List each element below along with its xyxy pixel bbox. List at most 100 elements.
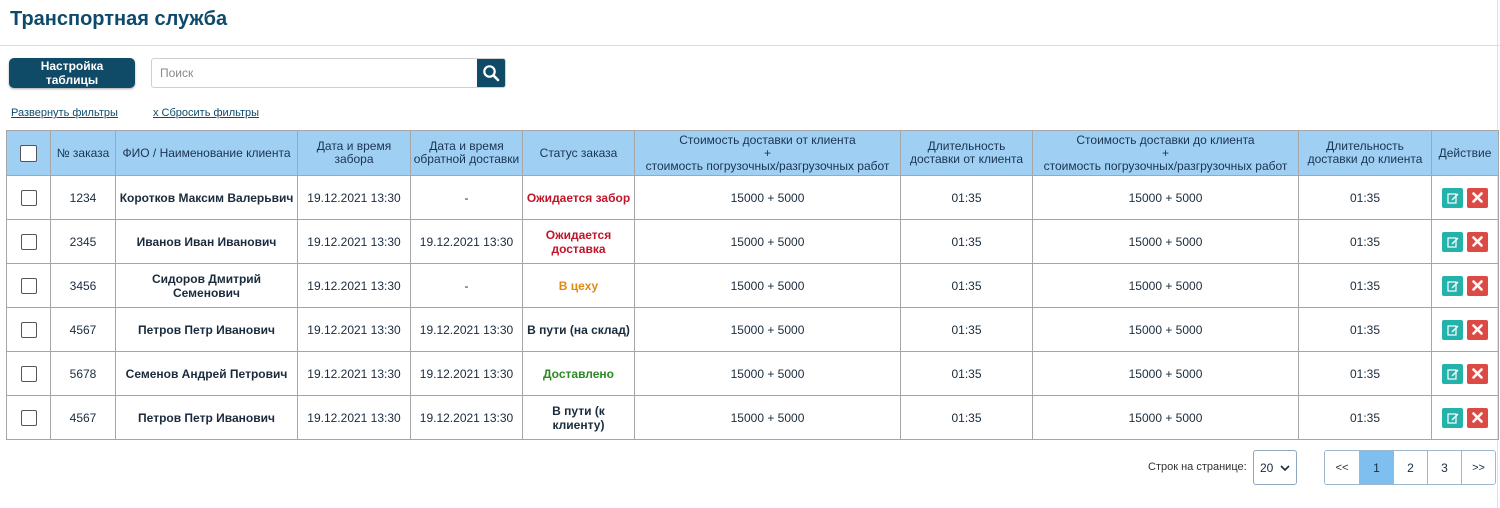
row-select-cell xyxy=(6,175,51,220)
duration-to-client: 01:35 xyxy=(1298,307,1432,352)
duration-from-client: 01:35 xyxy=(900,307,1033,352)
edit-button[interactable] xyxy=(1442,231,1463,252)
cost-from-client: 15000 + 5000 xyxy=(634,307,901,352)
search-button[interactable] xyxy=(477,59,505,87)
row-checkbox[interactable] xyxy=(20,277,37,294)
client-name: Коротков Максим Валерьвич xyxy=(115,175,298,220)
delete-button[interactable] xyxy=(1467,275,1488,296)
search-icon xyxy=(483,65,500,82)
row-checkbox[interactable] xyxy=(20,189,37,206)
col-order[interactable]: № заказа xyxy=(50,130,116,176)
pickup-datetime: 19.12.2021 13:30 xyxy=(297,307,411,352)
search-input[interactable] xyxy=(152,59,477,87)
delete-button[interactable] xyxy=(1467,187,1488,208)
duration-from-client: 01:35 xyxy=(900,395,1033,440)
col-pickup-datetime[interactable]: Дата и время забора xyxy=(297,130,411,176)
order-status: В пути (к клиенту) xyxy=(522,395,635,440)
cost-to-client: 15000 + 5000 xyxy=(1032,395,1299,440)
duration-from-client: 01:35 xyxy=(900,219,1033,264)
edit-icon xyxy=(1446,412,1458,424)
edit-button[interactable] xyxy=(1442,275,1463,296)
row-actions xyxy=(1431,219,1499,264)
cost-from-client: 15000 + 5000 xyxy=(634,351,901,396)
table-row: 4567 Петров Петр Иванович 19.12.2021 13:… xyxy=(6,395,1499,440)
col-duration-from-client[interactable]: Длительность доставки от клиента xyxy=(900,130,1033,176)
row-checkbox[interactable] xyxy=(20,321,37,338)
delete-button[interactable] xyxy=(1467,363,1488,384)
close-icon xyxy=(1472,412,1483,423)
order-status: В пути (на склад) xyxy=(522,307,635,352)
cost-to-client: 15000 + 5000 xyxy=(1032,263,1299,308)
client-name: Петров Петр Иванович xyxy=(115,395,298,440)
page-button-3[interactable]: 3 xyxy=(1427,451,1461,484)
pickup-datetime: 19.12.2021 13:30 xyxy=(297,175,411,220)
duration-from-client: 01:35 xyxy=(900,175,1033,220)
close-icon xyxy=(1472,324,1483,335)
expand-filters-link[interactable]: Развернуть фильтры xyxy=(11,107,118,119)
client-name: Иванов Иван Иванович xyxy=(115,219,298,264)
col-cost-from-line1: Стоимость доставки от клиента xyxy=(679,132,856,147)
delete-button[interactable] xyxy=(1467,231,1488,252)
col-duration-to-client[interactable]: Длительность доставки до клиента xyxy=(1298,130,1432,176)
select-all-checkbox[interactable] xyxy=(20,144,37,162)
col-return-datetime[interactable]: Дата и время обратной доставки xyxy=(410,130,523,176)
row-select-cell xyxy=(6,307,51,352)
row-actions xyxy=(1431,263,1499,308)
row-checkbox[interactable] xyxy=(20,409,37,426)
row-select-cell xyxy=(6,263,51,308)
table-row: 3456 Сидоров Дмитрий Семенович 19.12.202… xyxy=(6,263,1499,308)
cost-to-client: 15000 + 5000 xyxy=(1032,175,1299,220)
close-icon xyxy=(1472,236,1483,247)
cost-to-client: 15000 + 5000 xyxy=(1032,219,1299,264)
row-checkbox[interactable] xyxy=(20,233,37,250)
order-number: 2345 xyxy=(50,219,116,264)
page-button-2[interactable]: 2 xyxy=(1393,451,1427,484)
cost-from-client: 15000 + 5000 xyxy=(634,395,901,440)
pickup-datetime: 19.12.2021 13:30 xyxy=(297,263,411,308)
close-icon xyxy=(1472,192,1483,203)
edit-button[interactable] xyxy=(1442,319,1463,340)
edit-icon xyxy=(1446,280,1458,292)
rows-per-page-label: Строк на странице: xyxy=(1148,461,1247,473)
col-cost-to-line2: + xyxy=(1161,145,1169,160)
row-checkbox[interactable] xyxy=(20,365,37,382)
table-settings-button[interactable]: Настройка таблицы xyxy=(9,58,135,88)
return-datetime: 19.12.2021 13:30 xyxy=(410,219,523,264)
duration-from-client: 01:35 xyxy=(900,263,1033,308)
col-cost-from-line2: + xyxy=(763,145,771,160)
close-icon xyxy=(1472,280,1483,291)
edit-icon xyxy=(1446,368,1458,380)
rows-per-page-select[interactable]: 20 xyxy=(1253,450,1297,485)
delete-button[interactable] xyxy=(1467,319,1488,340)
table-row: 2345 Иванов Иван Иванович 19.12.2021 13:… xyxy=(6,219,1499,264)
last-page-button[interactable]: >> xyxy=(1461,451,1495,484)
cost-from-client: 15000 + 5000 xyxy=(634,263,901,308)
delete-button[interactable] xyxy=(1467,407,1488,428)
col-cost-from-client[interactable]: Стоимость доставки от клиента + стоимост… xyxy=(634,130,901,176)
order-status: В цеху xyxy=(522,263,635,308)
row-select-cell xyxy=(6,219,51,264)
page-button-1[interactable]: 1 xyxy=(1359,451,1393,484)
rows-per-page-value: 20 xyxy=(1260,460,1274,475)
col-cost-to-client[interactable]: Стоимость доставки до клиента + стоимост… xyxy=(1032,130,1299,176)
edit-button[interactable] xyxy=(1442,363,1463,384)
client-name: Сидоров Дмитрий Семенович xyxy=(115,263,298,308)
reset-filters-link[interactable]: x Сбросить фильтры xyxy=(153,107,259,119)
pagination: << 1 2 3 >> xyxy=(1324,450,1496,485)
return-datetime: - xyxy=(410,263,523,308)
cost-to-client: 15000 + 5000 xyxy=(1032,351,1299,396)
col-status[interactable]: Статус заказа xyxy=(522,130,635,176)
col-cost-to-line1: Стоимость доставки до клиента xyxy=(1076,132,1255,147)
first-page-button[interactable]: << xyxy=(1325,451,1359,484)
duration-to-client: 01:35 xyxy=(1298,263,1432,308)
order-number: 1234 xyxy=(50,175,116,220)
col-cost-from-line3: стоимость погрузочных/разгрузочных работ xyxy=(645,158,890,173)
col-client[interactable]: ФИО / Наименование клиента xyxy=(115,130,298,176)
return-datetime: 19.12.2021 13:30 xyxy=(410,307,523,352)
client-name: Петров Петр Иванович xyxy=(115,307,298,352)
row-select-cell xyxy=(6,351,51,396)
col-cost-to-line3: стоимость погрузочных/разгрузочных работ xyxy=(1043,158,1288,173)
edit-button[interactable] xyxy=(1442,187,1463,208)
order-status: Ожидается забор xyxy=(522,175,635,220)
edit-button[interactable] xyxy=(1442,407,1463,428)
